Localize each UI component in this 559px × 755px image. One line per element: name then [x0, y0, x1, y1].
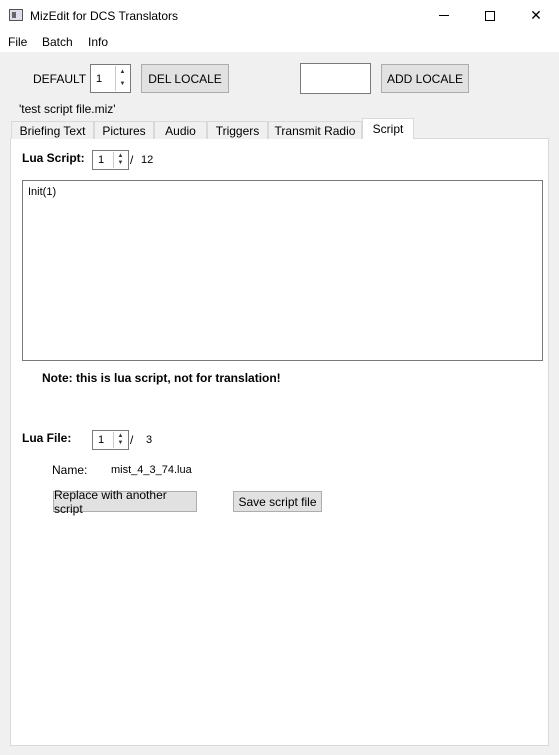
lua-script-label: Lua Script:: [22, 151, 85, 165]
file-total: 3: [146, 434, 153, 446]
close-icon: ✕: [530, 7, 542, 23]
file-index-value: 1: [98, 434, 105, 446]
window-title: MizEdit for DCS Translators: [30, 9, 179, 23]
default-locale-label: DEFAULT: [33, 72, 87, 86]
menu-info[interactable]: Info: [88, 35, 108, 49]
save-script-button[interactable]: Save script file: [233, 491, 322, 512]
spin-down-icon[interactable]: ▼: [114, 439, 127, 448]
script-index-spinbox[interactable]: 1 ▲ ▼: [92, 150, 129, 170]
tab-audio[interactable]: Audio: [154, 121, 207, 139]
maximize-icon: [485, 10, 495, 21]
script-index-value: 1: [98, 154, 105, 166]
new-locale-input[interactable]: [300, 63, 371, 94]
script-separator: /: [130, 153, 134, 167]
spin-down-icon[interactable]: ▼: [116, 78, 129, 91]
tab-briefing-text[interactable]: Briefing Text: [11, 121, 94, 139]
replace-script-button[interactable]: Replace with another script: [53, 488, 197, 516]
tab-transmit-radio[interactable]: Transmit Radio: [268, 121, 362, 139]
menu-bar: [0, 31, 559, 52]
script-file-name: mist_4_3_74.lua: [111, 464, 192, 476]
tab-script[interactable]: Script: [362, 118, 414, 139]
add-locale-button[interactable]: ADD LOCALE: [381, 64, 469, 93]
del-locale-button[interactable]: DEL LOCALE: [141, 64, 229, 93]
lua-file-label: Lua File:: [22, 431, 72, 445]
locale-spinbox[interactable]: 1 ▲ ▼: [90, 64, 131, 93]
lua-script-editor[interactable]: Init(1): [22, 180, 543, 361]
menu-batch[interactable]: Batch: [42, 35, 73, 49]
locale-spin-value: 1: [96, 73, 103, 85]
script-total: 12: [141, 154, 154, 166]
tab-triggers[interactable]: Triggers: [207, 121, 268, 139]
maximize-button[interactable]: [467, 0, 513, 31]
lua-script-text: Init(1): [28, 186, 57, 198]
file-name-label: 'test script file.miz': [19, 102, 116, 116]
translation-note: Note: this is lua script, not for transl…: [42, 371, 281, 385]
minimize-icon: [439, 15, 449, 16]
spin-down-icon[interactable]: ▼: [114, 159, 127, 168]
close-button[interactable]: ✕: [513, 0, 559, 31]
app-icon: [9, 9, 23, 21]
minimize-button[interactable]: [421, 0, 467, 31]
menu-file[interactable]: File: [8, 35, 27, 49]
file-index-spinbox[interactable]: 1 ▲ ▼: [92, 430, 129, 450]
tab-pictures[interactable]: Pictures: [94, 121, 154, 139]
file-separator: /: [130, 433, 134, 447]
name-label: Name:: [52, 463, 88, 477]
